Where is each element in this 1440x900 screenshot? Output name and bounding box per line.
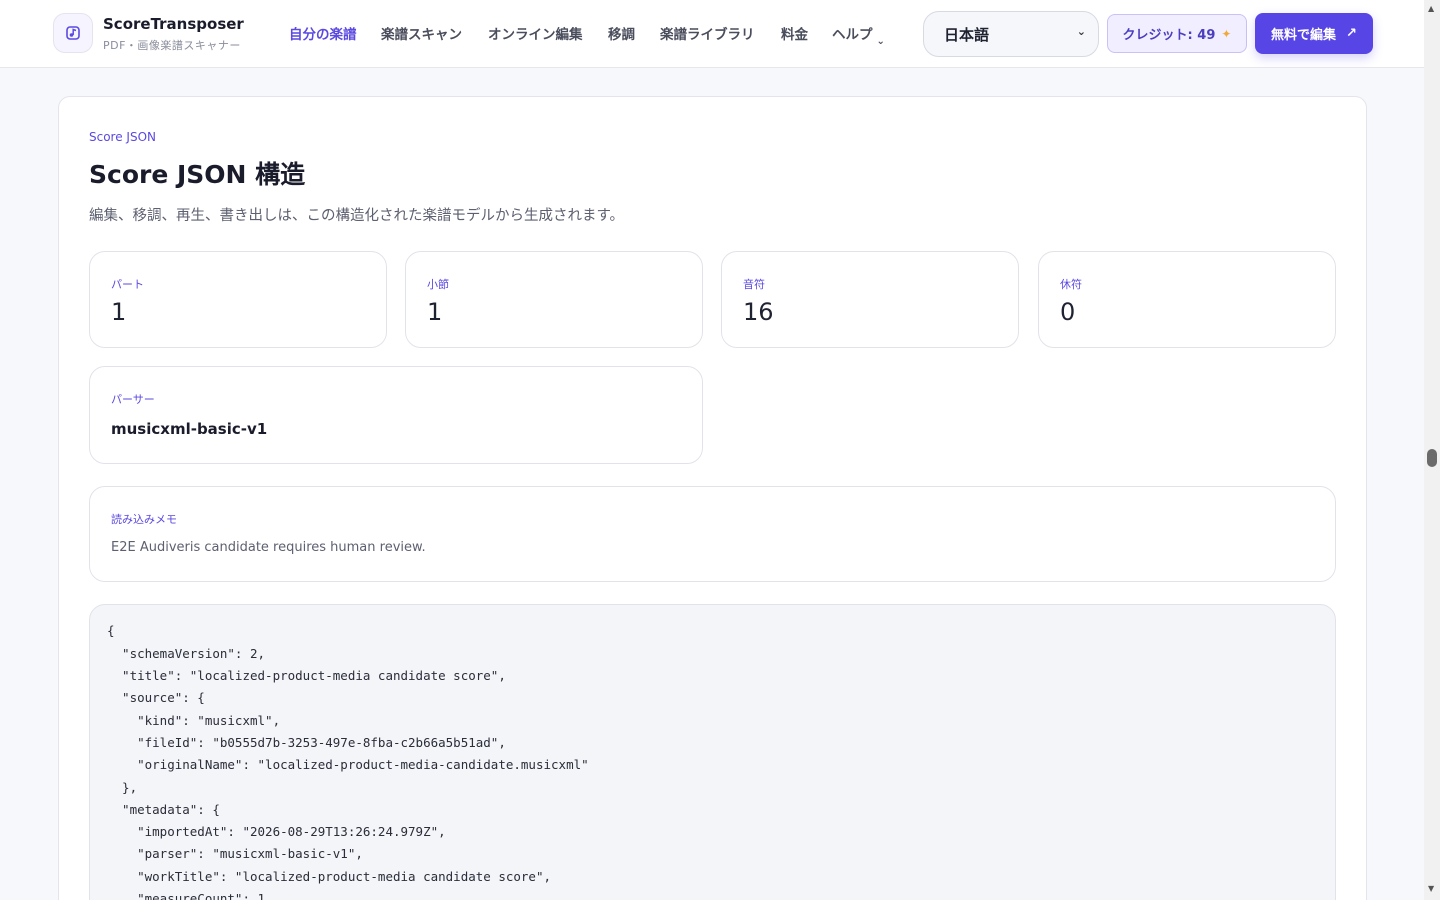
code-line: "source": {	[107, 690, 205, 705]
nav-transpose[interactable]: 移調	[608, 23, 635, 43]
code-line: {	[107, 623, 115, 638]
stat-value: 1	[427, 298, 443, 326]
stat-card-parts: パート 1	[89, 251, 387, 348]
page-scrollbar[interactable]: ▲ ▼	[1424, 0, 1440, 900]
parser-label: パーサー	[111, 393, 155, 406]
nav-help[interactable]: ヘルプ ⌄	[832, 23, 885, 47]
credits-button[interactable]: クレジット: 49 ✦	[1107, 14, 1247, 53]
stat-card-rests: 休符 0	[1038, 251, 1336, 348]
code-line: "workTitle": "localized-product-media ca…	[107, 869, 552, 884]
language-select-value: 日本語	[944, 25, 990, 44]
chevron-down-icon: ⌄	[876, 36, 885, 47]
code-line: "importedAt": "2026-08-29T13:26:24.979Z"…	[107, 824, 446, 839]
nav-score-library[interactable]: 楽譜ライブラリ	[660, 23, 755, 43]
section-eyebrow: Score JSON	[89, 130, 157, 144]
nav-score-scan[interactable]: 楽譜スキャン	[381, 23, 462, 43]
stat-value: 0	[1060, 298, 1076, 326]
parser-value: musicxml-basic-v1	[111, 420, 268, 438]
stat-label: パート	[111, 278, 144, 291]
section-subtitle: 編集、移調、再生、書き出しは、この構造化された楽譜モデルから生成されます。	[89, 208, 625, 224]
code-line: "kind": "musicxml",	[107, 713, 281, 728]
code-line: "fileId": "b0555d7b-3253-497e-8fba-c2b66…	[107, 735, 506, 750]
music-note-icon	[66, 26, 80, 40]
sparkle-icon: ✦	[1221, 26, 1232, 41]
code-line: "measureCount": 1,	[107, 891, 273, 900]
memo-label: 読み込みメモ	[111, 513, 177, 526]
scrollbar-thumb[interactable]	[1427, 449, 1437, 467]
memo-text: E2E Audiveris candidate requires human r…	[111, 540, 426, 555]
stat-value: 16	[743, 298, 774, 326]
scroll-up-arrow-icon[interactable]: ▲	[1428, 4, 1434, 13]
code-line: "schemaVersion": 2,	[107, 646, 266, 661]
stat-label: 小節	[427, 278, 449, 291]
parser-card: パーサー musicxml-basic-v1	[89, 366, 703, 464]
code-line: "originalName": "localized-product-media…	[107, 757, 589, 772]
code-line: "parser": "musicxml-basic-v1",	[107, 846, 363, 861]
language-select[interactable]: 日本語 ⌄	[923, 11, 1099, 57]
stat-label: 休符	[1060, 278, 1082, 291]
brand-tagline: PDF・画像楽譜スキャナー	[103, 39, 241, 52]
nav-pricing[interactable]: 料金	[781, 23, 808, 43]
credits-label: クレジット: 49	[1122, 28, 1216, 43]
page-title: Score JSON 構造	[89, 160, 306, 189]
free-edit-label: 無料で編集	[1271, 28, 1337, 43]
free-edit-button[interactable]: 無料で編集 ↗	[1255, 13, 1373, 54]
stat-card-notes: 音符 16	[721, 251, 1019, 348]
chevron-down-icon: ⌄	[1076, 25, 1086, 38]
code-line: },	[107, 780, 138, 795]
nav-help-label: ヘルプ	[832, 27, 873, 43]
code-line: "title": "localized-product-media candid…	[107, 668, 506, 683]
logo[interactable]	[53, 13, 93, 53]
import-memo-card: 読み込みメモ E2E Audiveris candidate requires …	[89, 486, 1336, 582]
arrow-up-right-icon: ↗	[1346, 26, 1357, 41]
stat-label: 音符	[743, 278, 765, 291]
stat-value: 1	[111, 298, 127, 326]
json-code-block[interactable]: { "schemaVersion": 2, "title": "localize…	[89, 604, 1336, 900]
code-line: "metadata": {	[107, 802, 220, 817]
stat-card-measures: 小節 1	[405, 251, 703, 348]
nav-online-edit[interactable]: オンライン編集	[488, 23, 583, 43]
nav-my-scores[interactable]: 自分の楽譜	[289, 23, 357, 43]
brand-name[interactable]: ScoreTransposer	[103, 15, 244, 33]
top-header: ScoreTransposer PDF・画像楽譜スキャナー 自分の楽譜 楽譜スキ…	[0, 0, 1424, 68]
scroll-down-arrow-icon[interactable]: ▼	[1428, 884, 1434, 893]
